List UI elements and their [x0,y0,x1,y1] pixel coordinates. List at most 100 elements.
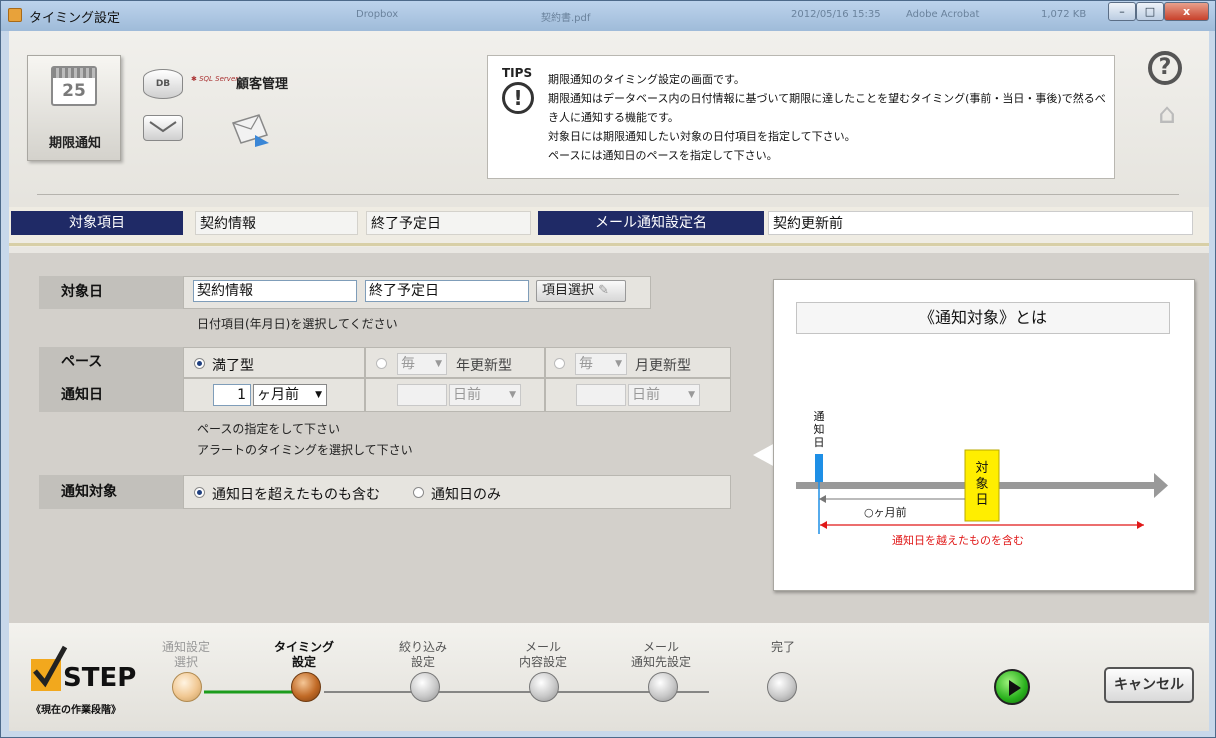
ghost-text: 契約書.pdf [541,13,591,24]
select-field-button[interactable]: 項目選択 ✎ [536,280,626,302]
app-icon [8,8,22,22]
title-bar[interactable]: タイミング設定 Dropbox 契約書.pdf 2012/05/16 15:35… [1,1,1215,31]
include-past-label: 通知日を超えたものも含む [212,487,380,503]
database-icon[interactable]: DB [143,69,183,99]
home-icon[interactable]: ⌂ [1150,97,1184,131]
timeline-arrowhead [1154,473,1168,498]
notify-target-label: 通知対象 [39,475,183,509]
customer-management-label: 顧客管理 [236,77,289,92]
monthly-days-input[interactable] [576,384,626,406]
step-label: メール 通知先設定 [630,640,691,669]
target-field-readonly: 終了予定日 [366,211,531,235]
select-value: 毎 [401,356,415,372]
select-value: 日前 [453,387,481,403]
pace-hint: ペースの指定をして下さい [197,422,341,436]
select-value: ヶ月前 [257,387,299,403]
ghost-text: 2012/05/16 15:35 [791,9,881,20]
step-progress-bar: STEP 《現在の作業段階》 通知設定 選択 タイミング 設定 絞り込み 設定 メール… [9,623,1209,731]
step-label: 完了 [770,640,795,654]
pace-monthly-select[interactable]: 毎 ▼ [575,353,627,375]
pencil-icon: ✎ [598,283,610,298]
target-item-label: 対象項目 [11,211,183,235]
step-connector [204,690,709,694]
step-label: タイミング 設定 [273,640,334,669]
chevron-down-icon: ▼ [509,390,516,400]
sql-server-logo: ✱ SQL Server [191,75,239,83]
notify-count-input[interactable]: 1 [213,384,251,406]
minimize-button[interactable]: – [1108,2,1136,21]
pace-yearly-select[interactable]: 毎 ▼ [397,353,447,375]
target-date-label: 対象日 [39,276,183,309]
select-field-label: 項目選択 [542,283,595,298]
only-notify-day-radio[interactable] [413,487,424,498]
help-icon[interactable]: ? [1148,51,1182,85]
target-table-readonly: 契約情報 [195,211,358,235]
pace-monthly-radio[interactable] [554,358,565,369]
send-mail-icon [229,113,271,147]
divider [9,243,1209,246]
step-label: メール 内容設定 [518,640,567,669]
target-info-bar: 対象項目 契約情報 終了予定日 メール通知設定名 契約更新前 [9,207,1209,247]
deadline-notify-icon-button[interactable]: 25 期限通知 [27,55,121,161]
target-table-field[interactable]: 契約情報 [193,280,357,302]
step-indicator [767,672,797,702]
step-indicator [410,672,440,702]
callout-pointer [753,443,775,467]
notify-date-label: 通知日 [39,378,183,412]
tips-panel: TIPS ! 期限通知のタイミング設定の画面です。 期限通知はデータベース内の日… [487,55,1115,179]
notify-day-marker [815,454,823,482]
chevron-down-icon: ▼ [688,390,695,400]
next-step-button[interactable] [994,669,1030,705]
pace-monthly-label: 月更新型 [635,358,691,374]
yearly-unit-select[interactable]: 日前 ▼ [449,384,521,406]
timing-hint: アラートのタイミングを選択して下さい [197,443,413,457]
window-title: タイミング設定 [29,11,121,26]
target-date-hint: 日付項目(年月日)を選択してください [197,317,398,331]
chevron-down-icon: ▼ [315,390,322,400]
tips-line: 期限通知のタイミング設定の画面です。 [548,73,745,86]
pace-yearly-radio[interactable] [376,358,387,369]
pace-cell [183,347,365,378]
cancel-button[interactable]: キャンセル [1104,667,1194,703]
pace-cell [365,347,545,378]
notify-target-explanation: 《通知対象》とは 通知日 対象日 ○ヶ月前 通知日を越えたものを含む [773,279,1195,591]
include-past-caption: 通知日を越えたものを含む [892,534,1024,547]
months-before-label: ○ヶ月前 [864,506,907,519]
pace-full-radio[interactable] [194,358,205,369]
monthly-unit-select[interactable]: 日前 ▼ [628,384,700,406]
tips-line: 期限通知はデータベース内の日付情報に基づいて期限に達したことを望むタイミング(事… [548,92,1106,124]
divider [37,194,1179,195]
step-label: 通知設定 選択 [161,640,210,669]
header-band: 25 期限通知 DB ✱ SQL Server 顧客管理 TIPS ! 期限通知… [9,31,1209,231]
ghost-text: 1,072 KB [1041,9,1087,20]
step-indicator-current [291,672,321,702]
app-window: タイミング設定 Dropbox 契約書.pdf 2012/05/16 15:35… [0,0,1216,738]
maximize-button[interactable]: □ [1136,2,1164,21]
step-indicator-done [172,672,202,702]
exclamation-icon: ! [502,82,534,114]
tips-line: 対象日には期限通知したい対象の日付項目を指定して下さい。 [548,130,856,143]
step-indicator [529,672,559,702]
target-field-field[interactable]: 終了予定日 [365,280,529,302]
mail-setting-name-label: メール通知設定名 [538,211,764,235]
pace-label: ペース [39,347,183,378]
calendar-icon: 25 [51,66,97,106]
play-icon [1009,680,1021,696]
client-area: 25 期限通知 DB ✱ SQL Server 顧客管理 TIPS ! 期限通知… [9,31,1209,731]
notify-unit-select[interactable]: ヶ月前 ▼ [253,384,327,406]
pace-full-label: 満了型 [212,358,254,374]
chevron-down-icon: ▼ [615,359,622,369]
step-label: 絞り込み 設定 [398,640,447,669]
notify-day-label: 通知日 [813,410,825,449]
chevron-down-icon: ▼ [435,359,442,369]
ghost-text: Adobe Acrobat [906,9,980,20]
settings-panel: 対象日 契約情報 終了予定日 項目選択 ✎ 日付項目(年月日)を選択してください… [9,253,1209,623]
deadline-notify-label: 期限通知 [48,136,101,151]
target-day-label: 対象日 [975,461,989,508]
close-button[interactable]: x [1164,2,1209,21]
mail-icon[interactable] [143,115,183,141]
only-notify-day-label: 通知日のみ [431,487,501,503]
tips-text: 期限通知のタイミング設定の画面です。 期限通知はデータベース内の日付情報に基づい… [548,70,1108,165]
yearly-days-input[interactable] [397,384,447,406]
include-past-radio[interactable] [194,487,205,498]
